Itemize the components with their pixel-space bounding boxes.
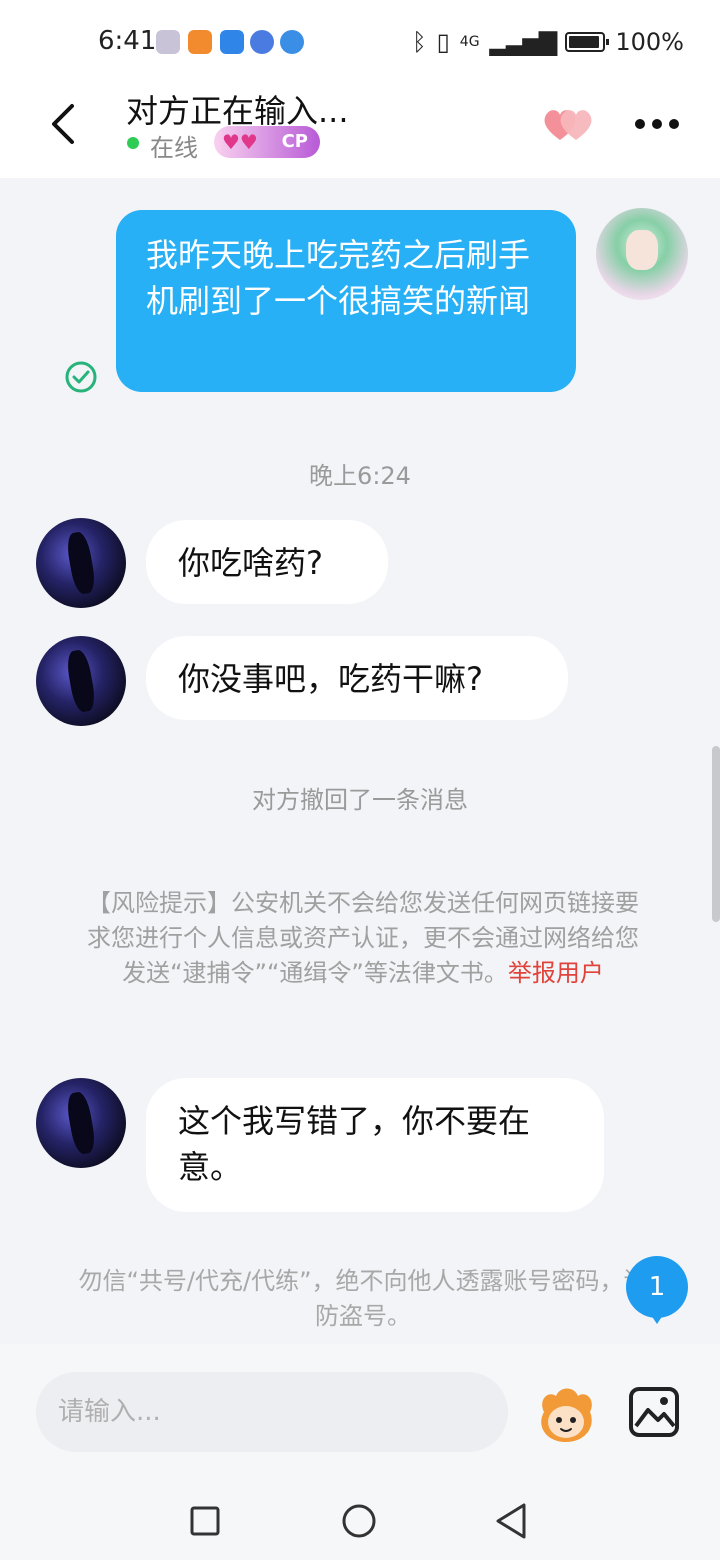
report-user-link[interactable]: 举报用户 bbox=[508, 959, 604, 987]
scrollbar[interactable] bbox=[712, 746, 720, 922]
network-label: 4G bbox=[459, 34, 480, 50]
security-warning: 勿信“共号/代充/代练”，绝不向他人透露账号密码，谨防盗号。 bbox=[78, 1267, 648, 1330]
input-bar bbox=[0, 1344, 720, 1470]
status-time: 6:41 bbox=[98, 26, 157, 56]
recall-notice: 对方撤回了一条消息 bbox=[252, 786, 468, 814]
battery-icon bbox=[565, 32, 610, 52]
navigation-bar bbox=[0, 1470, 720, 1560]
unread-count-badge[interactable]: 1 bbox=[626, 1256, 688, 1324]
more-icon[interactable] bbox=[634, 118, 680, 130]
status-bar: 6:41 ᛒ ▯ 4G ▂▃▅▇ 100% bbox=[0, 0, 720, 84]
chat-area[interactable]: 我昨天晚上吃完药之后刷手机刷到了一个很搞笑的新闻 晚上6:24 你吃啥药? 你没… bbox=[0, 178, 720, 1344]
app-icon-browser bbox=[280, 30, 304, 54]
cp-badge[interactable]: ♥♥ CP bbox=[214, 126, 320, 158]
app-icon-avatar bbox=[156, 30, 180, 54]
nav-circle-icon[interactable] bbox=[342, 1504, 376, 1538]
sticker-icon[interactable] bbox=[534, 1382, 598, 1446]
heart-icon[interactable] bbox=[540, 104, 596, 144]
app-icon-music bbox=[250, 30, 274, 54]
app-icon-video bbox=[188, 30, 212, 54]
outgoing-message[interactable]: 我昨天晚上吃完药之后刷手机刷到了一个很搞笑的新闻 bbox=[116, 210, 576, 392]
incoming-message[interactable]: 你没事吧，吃药干嘛? bbox=[146, 636, 568, 720]
signal-icon: ▂▃▅▇ bbox=[489, 28, 558, 56]
app-icon-cloud bbox=[220, 30, 244, 54]
vibrate-icon: ▯ bbox=[436, 28, 450, 56]
contact-avatar[interactable] bbox=[36, 518, 126, 608]
cp-badge-label: CP bbox=[281, 131, 308, 152]
nav-square-icon[interactable] bbox=[190, 1506, 220, 1536]
online-status-dot bbox=[127, 137, 139, 149]
incoming-message[interactable]: 这个我写错了，你不要在意。 bbox=[146, 1078, 604, 1212]
chat-header: 对方正在输入... 在线 ♥♥ CP bbox=[0, 84, 720, 178]
contact-avatar[interactable] bbox=[36, 636, 126, 726]
back-icon[interactable] bbox=[44, 102, 84, 146]
self-avatar[interactable] bbox=[596, 208, 688, 300]
online-status-text: 在线 bbox=[150, 134, 198, 162]
bluetooth-icon: ᛒ bbox=[412, 28, 427, 56]
read-check-icon bbox=[65, 361, 97, 393]
message-input[interactable] bbox=[36, 1372, 508, 1452]
status-right: ᛒ ▯ 4G ▂▃▅▇ 100% bbox=[412, 28, 684, 56]
contact-avatar[interactable] bbox=[36, 1078, 126, 1168]
risk-notice: 【风险提示】公安机关不会给您发送任何网页链接要求您进行个人信息或资产认证，更不会… bbox=[76, 886, 650, 991]
battery-percent: 100% bbox=[615, 28, 684, 56]
time-label: 晚上6:24 bbox=[309, 462, 411, 490]
image-icon[interactable] bbox=[628, 1386, 680, 1438]
cp-hearts-icon: ♥♥ bbox=[222, 130, 258, 154]
nav-back-icon[interactable] bbox=[494, 1502, 528, 1540]
incoming-message[interactable]: 你吃啥药? bbox=[146, 520, 388, 604]
